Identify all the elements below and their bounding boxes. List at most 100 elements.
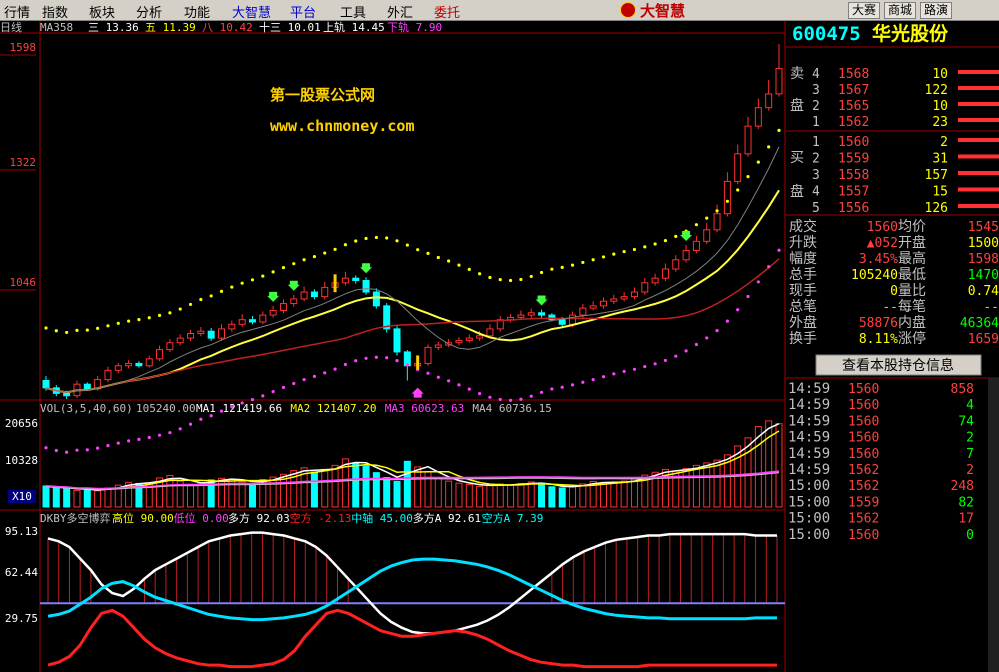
buy-volume-bar-1 xyxy=(958,154,999,159)
candle-body-56 xyxy=(620,296,628,300)
lower-band-dot-71 xyxy=(777,248,781,252)
volume-bar-28 xyxy=(331,464,339,508)
candle-body-63 xyxy=(692,240,700,252)
lower-band-dot-29 xyxy=(343,362,347,367)
lower-band-dot-43 xyxy=(488,395,492,399)
upper-band-dot-40 xyxy=(457,263,461,267)
volume-bar-49 xyxy=(548,486,556,508)
buy-price-3: 1557 xyxy=(838,185,869,200)
candle-body-19 xyxy=(238,319,246,325)
upper-band-dot-6 xyxy=(106,324,110,328)
tick-time-7: 15:00 xyxy=(788,494,830,510)
lower-band-dot-69 xyxy=(756,280,760,284)
buy-level-1: 2 xyxy=(812,152,820,167)
lower-band-dot-24 xyxy=(292,381,296,386)
tick-price-9: 1560 xyxy=(848,528,879,543)
tick-scrollbar[interactable] xyxy=(988,378,999,672)
tick-price-2: 1560 xyxy=(848,414,879,429)
indicator-axis-label-0: 95.13 xyxy=(5,525,38,538)
vol-ma-1: MA2 121407.20 xyxy=(290,402,376,415)
quote-value-3-b: 1470 xyxy=(968,268,999,283)
lower-band-dot-58 xyxy=(643,365,647,369)
tick-price-1: 1560 xyxy=(848,398,879,413)
lower-band-dot-30 xyxy=(354,359,358,363)
upper-band-dot-30 xyxy=(354,239,358,243)
candle-body-58 xyxy=(641,282,649,293)
volume-bar-31 xyxy=(362,465,370,508)
upper-band-dot-14 xyxy=(188,302,193,307)
quote-value-7-a: 8.11% xyxy=(859,332,898,347)
candle-body-24 xyxy=(290,298,298,305)
tick-volume-3: 2 xyxy=(966,431,974,446)
candle-body-37 xyxy=(424,346,432,364)
volume-bar-54 xyxy=(599,481,607,508)
candle-body-21 xyxy=(259,314,267,323)
buy-volume-0: 2 xyxy=(940,135,948,150)
lower-band-dot-28 xyxy=(333,367,337,371)
buy-label-2: 盘 xyxy=(790,183,804,200)
lower-band-dot-5 xyxy=(96,446,100,450)
lower-band-dot-0 xyxy=(44,446,48,450)
candle-body-69 xyxy=(754,107,762,127)
lower-band-dot-68 xyxy=(746,294,750,299)
volume-bar-1 xyxy=(52,487,60,508)
candle-body-8 xyxy=(125,362,133,367)
upper-band-dot-54 xyxy=(601,255,606,259)
quote-value-6-a: 58876 xyxy=(859,316,898,331)
buy-level-4: 5 xyxy=(812,201,820,216)
upper-band-dot-1 xyxy=(54,329,58,333)
candle-body-57 xyxy=(630,291,638,298)
sell-price-1: 1567 xyxy=(838,83,869,98)
quote-label-3-a: 总手 xyxy=(789,267,817,283)
upper-band-dot-67 xyxy=(736,188,740,192)
chart-area: 日线 MA358 三 13.36 五 11.39 八 10.42 十三 10.01 上轨 1… xyxy=(0,20,999,672)
upper-band-dot-4 xyxy=(85,328,89,332)
upper-band-dot-39 xyxy=(447,259,451,263)
lower-band-dot-60 xyxy=(663,358,668,363)
vol-ma-3: MA4 60736.15 xyxy=(472,402,551,415)
volume-bar-26 xyxy=(310,471,318,508)
lower-band-dot-32 xyxy=(374,355,378,359)
lower-band-dot-46 xyxy=(519,397,523,401)
sell-arrow-icon xyxy=(411,387,424,398)
volume-bar-35 xyxy=(403,460,411,508)
sell-volume-1: 122 xyxy=(925,83,948,98)
ma-line-30 xyxy=(45,258,780,394)
volume-bar-19 xyxy=(238,481,246,508)
volume-bar-43 xyxy=(486,485,494,508)
upper-band-dot-13 xyxy=(178,307,182,311)
upper-band-dot-25 xyxy=(302,258,306,262)
quote-value-1-b: 1500 xyxy=(968,236,999,251)
upper-band-dot-16 xyxy=(209,294,213,298)
buy-volume-bar-2 xyxy=(958,171,999,175)
vol-axis-label-1: 10328 xyxy=(5,454,38,467)
candle-body-29 xyxy=(341,277,349,284)
upper-band-dot-57 xyxy=(632,247,637,252)
lower-band-dot-12 xyxy=(168,431,172,435)
candle-body-18 xyxy=(228,323,236,330)
lower-band-dot-3 xyxy=(75,448,79,452)
sell-price-2: 1565 xyxy=(838,99,869,114)
candle-body-64 xyxy=(703,229,711,242)
candle-body-60 xyxy=(661,268,669,279)
lower-band-dot-70 xyxy=(767,265,771,269)
lower-band-dot-66 xyxy=(725,319,729,323)
sell-volume-0: 10 xyxy=(932,67,948,82)
tick-price-7: 1559 xyxy=(848,495,879,510)
quote-value-4-b: 0.74 xyxy=(968,284,999,299)
lower-band-dot-6 xyxy=(106,443,110,448)
lower-band-dot-55 xyxy=(612,372,616,376)
candle-body-14 xyxy=(187,332,195,339)
upper-band-dot-38 xyxy=(436,255,440,260)
volume-bar-52 xyxy=(579,483,587,508)
lower-band-dot-57 xyxy=(632,367,637,371)
sell-level-1: 3 xyxy=(812,83,820,98)
tick-price-4: 1560 xyxy=(848,447,879,462)
upper-band-dot-50 xyxy=(560,265,564,269)
tick-time-4: 14:59 xyxy=(788,446,830,462)
upper-band-dot-27 xyxy=(323,251,327,255)
upper-band-dot-37 xyxy=(426,251,430,255)
upper-band-dot-0 xyxy=(44,326,48,330)
volume-bar-15 xyxy=(197,482,205,508)
lower-band-dot-15 xyxy=(199,417,203,421)
